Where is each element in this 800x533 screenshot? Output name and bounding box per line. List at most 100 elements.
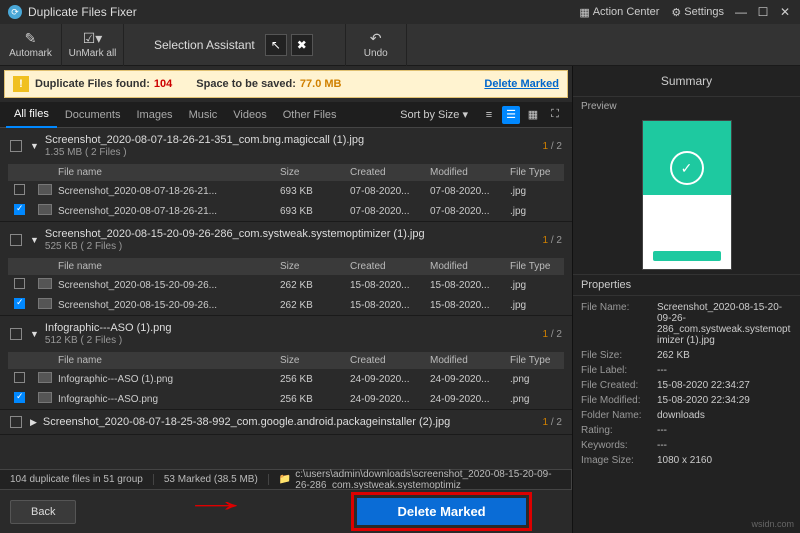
group-count: 1 / 2 <box>543 235 562 246</box>
group-checkbox[interactable] <box>10 234 22 246</box>
property-row: File Name:Screenshot_2020-08-15-20-09-26… <box>581 300 792 348</box>
table-row[interactable]: Screenshot_2020-08-15-20-09-26... 262 KB… <box>8 295 564 315</box>
table-row[interactable]: Screenshot_2020-08-07-18-26-21... 693 KB… <box>8 201 564 221</box>
property-row: File Label:--- <box>581 363 792 378</box>
file-size: 262 KB <box>274 300 344 311</box>
chevron-right-icon: ▶ <box>30 417 37 428</box>
thumbnail-icon <box>38 184 52 195</box>
group-header[interactable]: ▼ Screenshot_2020-08-15-20-09-26-286_com… <box>0 222 572 258</box>
right-panel: Summary Preview Properties File Name:Scr… <box>572 66 800 533</box>
tab-other[interactable]: Other Files <box>275 102 345 128</box>
property-row: File Created:15-08-2020 22:34:27 <box>581 378 792 393</box>
file-type: .jpg <box>504 300 564 311</box>
tab-videos[interactable]: Videos <box>225 102 274 128</box>
view-grid[interactable]: ▦ <box>524 106 542 124</box>
grid-icon: ▦ <box>579 6 589 19</box>
view-details[interactable]: ☰ <box>502 106 520 124</box>
space-value: 77.0 MB <box>300 78 342 90</box>
file-name: Screenshot_2020-08-15-20-09-26... <box>52 300 274 311</box>
back-button[interactable]: Back <box>10 500 76 524</box>
file-created: 24-09-2020... <box>344 394 424 405</box>
group-count: 1 / 2 <box>543 417 562 428</box>
file-name: Infographic---ASO (1).png <box>52 374 274 385</box>
undo-button[interactable]: ↶Undo <box>345 24 407 66</box>
property-key: Rating: <box>581 425 657 436</box>
table-row[interactable]: Infographic---ASO.png 256 KB 24-09-2020.… <box>8 389 564 409</box>
group-checkbox[interactable] <box>10 140 22 152</box>
table-row[interactable]: Screenshot_2020-08-15-20-09-26... 262 KB… <box>8 275 564 295</box>
group-checkbox[interactable] <box>10 328 22 340</box>
unmark-all-button[interactable]: ☑▾UnMark all <box>62 24 124 66</box>
view-list[interactable]: ≡ <box>480 106 498 124</box>
table-header: File nameSizeCreatedModifiedFile Type <box>8 258 564 275</box>
settings-link[interactable]: ⚙Settings <box>671 6 724 19</box>
row-checkbox[interactable] <box>14 372 25 383</box>
action-center-link[interactable]: ▦Action Center <box>579 6 659 19</box>
file-type: .jpg <box>504 280 564 291</box>
folder-icon: 📁 <box>279 474 291 485</box>
property-value: 15-08-2020 22:34:29 <box>657 395 792 406</box>
file-created: 07-08-2020... <box>344 186 424 197</box>
wand-icon: ✎ <box>25 30 37 47</box>
preview-label: Preview <box>573 97 800 116</box>
group-name: Infographic---ASO (1).png512 KB ( 2 File… <box>45 322 523 346</box>
group-count: 1 / 2 <box>543 141 562 152</box>
property-row: Rating:--- <box>581 423 792 438</box>
selection-tool-2[interactable]: ✖ <box>291 34 313 56</box>
file-name: Screenshot_2020-08-07-18-26-21... <box>52 186 274 197</box>
annotation-highlight: Delete Marked <box>351 492 531 531</box>
group-name: Screenshot_2020-08-07-18-25-38-992_com.g… <box>43 416 523 428</box>
property-row: File Size:262 KB <box>581 348 792 363</box>
file-created: 24-09-2020... <box>344 374 424 385</box>
footer: Back → Delete Marked <box>0 489 572 533</box>
group-count: 1 / 2 <box>543 329 562 340</box>
thumbnail-icon <box>38 392 52 403</box>
properties-list: File Name:Screenshot_2020-08-15-20-09-26… <box>573 296 800 472</box>
table-row[interactable]: Infographic---ASO (1).png 256 KB 24-09-2… <box>8 369 564 389</box>
property-key: File Created: <box>581 380 657 391</box>
property-value: Screenshot_2020-08-15-20-09-26-286_com.s… <box>657 302 792 346</box>
group-header[interactable]: ▶ Screenshot_2020-08-07-18-25-38-992_com… <box>0 410 572 434</box>
automark-button[interactable]: ✎Automark <box>0 24 62 66</box>
file-name: Infographic---ASO.png <box>52 394 274 405</box>
properties-label: Properties <box>573 274 800 296</box>
group-header[interactable]: ▼ Screenshot_2020-08-07-18-26-21-351_com… <box>0 128 572 164</box>
status-bar: 104 duplicate files in 51 group 53 Marke… <box>0 469 572 489</box>
minimize-button[interactable]: — <box>730 2 752 22</box>
row-checkbox[interactable] <box>14 392 25 403</box>
maximize-button[interactable]: ☐ <box>752 2 774 22</box>
delete-marked-link[interactable]: Delete Marked <box>484 78 559 90</box>
thumbnail-icon <box>38 298 52 309</box>
chevron-down-icon: ▼ <box>30 329 39 339</box>
row-checkbox[interactable] <box>14 298 25 309</box>
sort-dropdown[interactable]: Sort by Size ▾ <box>400 108 468 121</box>
status-duplicates: 104 duplicate files in 51 group <box>0 474 154 485</box>
property-value: downloads <box>657 410 792 421</box>
summary-header: Summary <box>573 66 800 97</box>
property-row: Folder Name:downloads <box>581 408 792 423</box>
row-checkbox[interactable] <box>14 278 25 289</box>
file-size: 693 KB <box>274 206 344 217</box>
row-checkbox[interactable] <box>14 204 25 215</box>
selection-tool-1[interactable]: ↖ <box>265 34 287 56</box>
file-type: .jpg <box>504 186 564 197</box>
space-label: Space to be saved: <box>196 78 296 90</box>
chevron-down-icon: ▼ <box>30 235 39 245</box>
group-checkbox[interactable] <box>10 416 22 428</box>
thumbnail-icon <box>38 372 52 383</box>
tab-images[interactable]: Images <box>128 102 180 128</box>
tab-all-files[interactable]: All files <box>6 102 57 128</box>
row-checkbox[interactable] <box>14 184 25 195</box>
file-modified: 15-08-2020... <box>424 280 504 291</box>
close-button[interactable]: ✕ <box>774 2 796 22</box>
group-name: Screenshot_2020-08-15-20-09-26-286_com.s… <box>45 228 523 252</box>
duplicate-list: ▼ Screenshot_2020-08-07-18-26-21-351_com… <box>0 128 572 469</box>
chevron-down-icon: ▼ <box>30 141 39 151</box>
delete-marked-button[interactable]: Delete Marked <box>357 498 525 525</box>
table-row[interactable]: Screenshot_2020-08-07-18-26-21... 693 KB… <box>8 181 564 201</box>
view-fullscreen[interactable]: ⛶ <box>546 106 564 124</box>
property-value: 262 KB <box>657 350 792 361</box>
group-header[interactable]: ▼ Infographic---ASO (1).png512 KB ( 2 Fi… <box>0 316 572 352</box>
tab-documents[interactable]: Documents <box>57 102 129 128</box>
tab-music[interactable]: Music <box>181 102 226 128</box>
